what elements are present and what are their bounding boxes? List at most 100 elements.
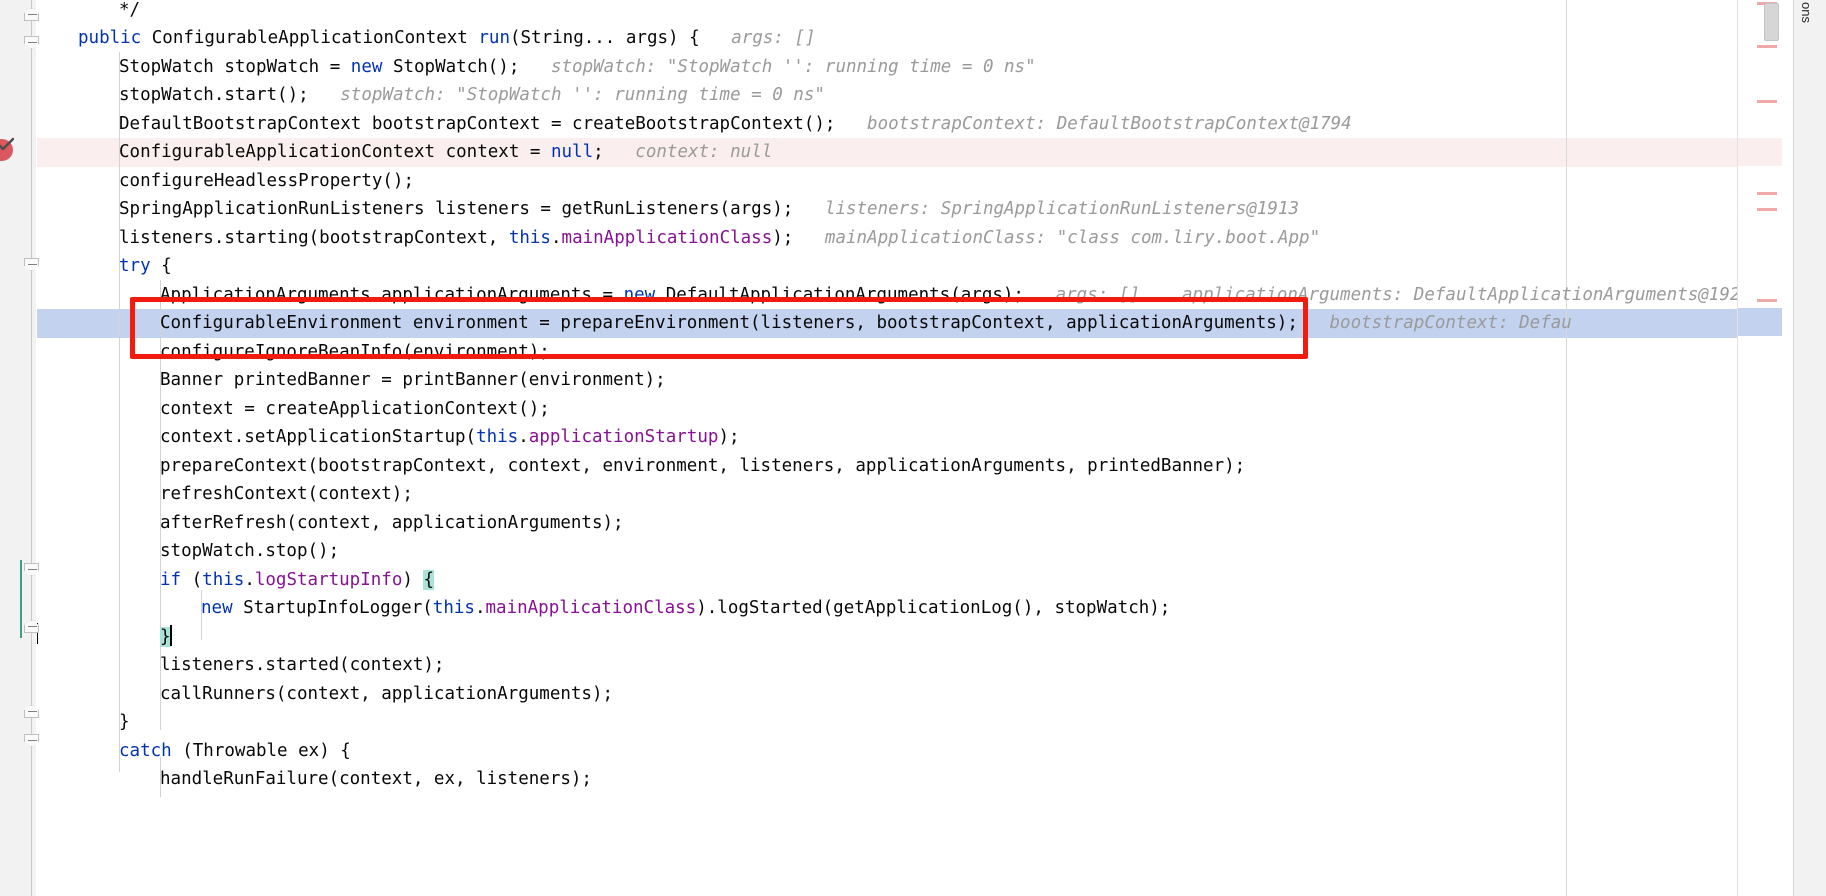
error-stripe-mark[interactable] (1757, 100, 1777, 103)
token-plain: DefaultApplicationArguments(args); (655, 284, 1024, 305)
right-tool-window-strip[interactable]: ons (1793, 0, 1826, 896)
line-stopwatch-new[interactable]: StopWatch stopWatch = new StopWatch(); s… (37, 53, 1782, 82)
token-kw: new (623, 284, 656, 305)
error-stripe-marker-bar[interactable] (1737, 0, 1782, 896)
line-context-null[interactable]: ConfigurableApplicationContext context =… (37, 138, 1782, 167)
token-fld: mainApplicationClass (561, 227, 773, 248)
code-folding-rail (31, 0, 32, 896)
line-method-signature[interactable]: public ConfigurableApplicationContext ru… (37, 24, 1782, 53)
token-hint: listeners: SpringApplicationRunListeners… (793, 199, 1300, 219)
line-stopwatch-stop[interactable]: stopWatch.stop(); (37, 537, 1782, 566)
line-if-log-startup-info[interactable]: if (this.logStartupInfo) { (37, 566, 1782, 595)
line-startup-info-logger[interactable]: new StartupInfoLogger(this.mainApplicati… (37, 594, 1782, 623)
token-kw: this (508, 227, 551, 248)
line-run-listeners[interactable]: SpringApplicationRunListeners listeners … (37, 195, 1782, 224)
line-refresh-context[interactable]: refreshContext(context); (37, 480, 1782, 509)
fold-marker-dash-icon (28, 626, 37, 627)
token-plain: Banner printedBanner = printBanner(envir… (160, 370, 666, 390)
line-stopwatch-start[interactable]: stopWatch.start(); stopWatch: "StopWatch… (37, 81, 1782, 110)
token-plain: afterRefresh(context, applicationArgumen… (160, 512, 624, 533)
line-listeners-started[interactable]: listeners.started(context); (37, 651, 1782, 680)
token-kw: new (350, 56, 383, 77)
token-fld: mainApplicationClass (485, 598, 697, 618)
token-comment: */ (119, 0, 141, 20)
token-plain: configureHeadlessProperty(); (119, 170, 415, 191)
token-kw: this (476, 427, 519, 447)
token-plain: (String... args) { (509, 28, 700, 48)
token-kw: try (119, 256, 151, 276)
token-fld: applicationStartup (528, 427, 719, 447)
token-hint: stopWatch: "StopWatch '': running time =… (519, 56, 1036, 77)
token-plain: ConfigurableApplicationContext context = (119, 142, 551, 162)
token-hint: bootstrapContext: Defau (1297, 313, 1572, 333)
code-editor-surface[interactable]: */ public ConfigurableApplicationContext … (37, 0, 1782, 896)
token-hint: bootstrapContext: DefaultBootstrapContex… (835, 113, 1352, 134)
marker-selected-line (1738, 308, 1782, 336)
line-bootstrap-context[interactable]: DefaultBootstrapContext bootstrapContext… (37, 110, 1782, 139)
fold-marker-dash-icon (28, 264, 37, 265)
marker-execution-line (1738, 138, 1782, 166)
fold-marker-dash-icon (28, 569, 37, 570)
token-fld: logStartupInfo (254, 569, 403, 590)
token-plain: ).logStarted(getApplicationLog(), stopWa… (696, 598, 1171, 618)
tool-window-label-notifications[interactable]: ons (1799, 2, 1814, 23)
line-if-close-brace[interactable]: } (37, 623, 1782, 652)
token-plain: ConfigurableApplicationContext (141, 28, 479, 48)
token-plain: SpringApplicationRunListeners listeners … (119, 199, 794, 219)
token-kw: new (201, 598, 233, 618)
token-plain: DefaultBootstrapContext bootstrapContext… (119, 113, 836, 134)
token-hint: args: [] (699, 28, 816, 48)
token-kw: run (478, 28, 510, 48)
token-plain: context.setApplicationStartup( (160, 427, 477, 447)
line-try[interactable]: try { (37, 252, 1782, 281)
token-hint: mainApplicationClass: "class com.liry.bo… (793, 227, 1321, 248)
token-kw: this (432, 598, 475, 618)
line-after-refresh[interactable]: afterRefresh(context, applicationArgumen… (37, 509, 1782, 538)
token-kw: public (78, 28, 142, 48)
breakpoint-checkmark-icon (0, 137, 14, 151)
token-brace: { (423, 569, 434, 590)
token-kw: this (202, 569, 245, 590)
token-plain: context = createApplicationContext(); (160, 398, 550, 419)
error-stripe-mark[interactable] (1757, 192, 1777, 195)
error-stripe-mark[interactable] (1757, 299, 1777, 302)
token-kw: catch (119, 740, 172, 761)
vertical-scrollbar-thumb[interactable] (1764, 3, 1779, 41)
line-application-arguments[interactable]: ApplicationArguments applicationArgument… (37, 281, 1782, 310)
token-caret (169, 624, 172, 646)
line-comment-end[interactable]: */ (37, 0, 1782, 24)
token-plain: ); (772, 227, 794, 248)
line-configure-headless[interactable]: configureHeadlessProperty(); (37, 167, 1782, 196)
token-plain: } (119, 712, 130, 732)
token-plain: listeners.started(context); (160, 655, 445, 675)
token-plain: callRunners(context, applicationArgument… (160, 683, 614, 704)
token-plain: . (518, 427, 529, 447)
token-hint: args: [] applicationArguments: DefaultAp… (1023, 284, 1751, 305)
line-try-close-brace[interactable]: } (37, 708, 1782, 737)
selected-indent-guide (20, 560, 22, 638)
fold-marker-dash-icon (28, 711, 37, 712)
token-plain: . (244, 569, 255, 590)
token-plain: handleRunFailure(context, ex, listeners)… (160, 769, 592, 789)
line-print-banner[interactable]: Banner printedBanner = printBanner(envir… (37, 366, 1782, 395)
token-kw: if (160, 569, 182, 590)
token-plain: ApplicationArguments applicationArgument… (160, 284, 624, 305)
line-listeners-starting[interactable]: listeners.starting(bootstrapContext, thi… (37, 224, 1782, 253)
error-stripe-mark[interactable] (1757, 208, 1777, 211)
line-create-application-context[interactable]: context = createApplicationContext(); (37, 395, 1782, 424)
token-plain: stopWatch.start(); (119, 85, 309, 105)
token-plain: ; (593, 142, 604, 162)
token-plain: ( (181, 569, 203, 590)
token-plain: ) (402, 569, 424, 590)
line-set-application-startup[interactable]: context.setApplicationStartup(this.appli… (37, 423, 1782, 452)
line-catch[interactable]: catch (Throwable ex) { (37, 737, 1782, 766)
token-plain: prepareContext(bootstrapContext, context… (160, 455, 1246, 476)
error-stripe-mark[interactable] (1757, 45, 1777, 48)
line-call-runners[interactable]: callRunners(context, applicationArgument… (37, 680, 1782, 709)
line-configure-ignore-beaninfo[interactable]: configureIgnoreBeanInfo(environment); (37, 338, 1782, 367)
line-prepare-environment[interactable]: ConfigurableEnvironment environment = pr… (37, 309, 1782, 338)
token-hint: context: null (603, 142, 773, 162)
line-prepare-context[interactable]: prepareContext(bootstrapContext, context… (37, 452, 1782, 481)
token-plain: ConfigurableEnvironment environment = pr… (160, 313, 1298, 333)
line-handle-run-failure[interactable]: handleRunFailure(context, ex, listeners)… (37, 765, 1782, 794)
